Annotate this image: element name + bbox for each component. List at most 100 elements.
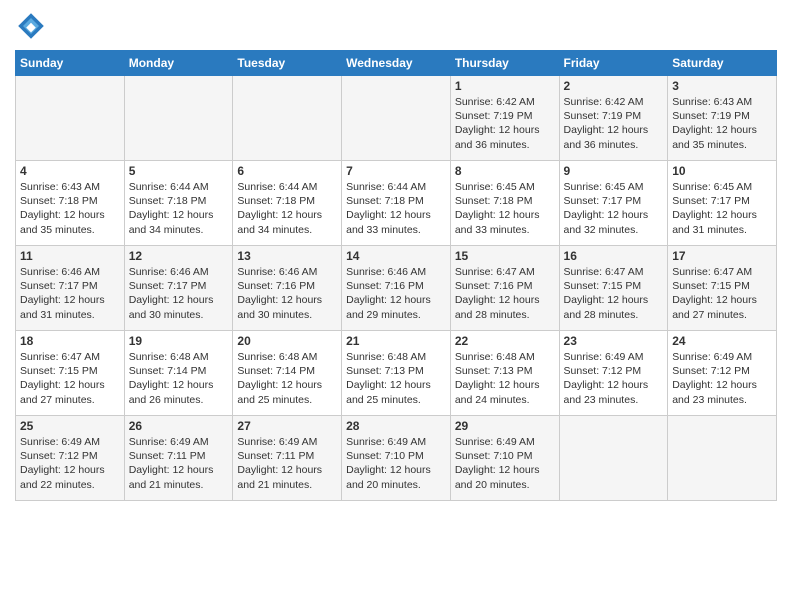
header-day-thursday: Thursday [450, 51, 559, 76]
day-info: Sunrise: 6:49 AMSunset: 7:10 PMDaylight:… [346, 435, 446, 492]
header-day-wednesday: Wednesday [342, 51, 451, 76]
day-info: Sunrise: 6:46 AMSunset: 7:17 PMDaylight:… [20, 265, 120, 322]
day-cell: 25Sunrise: 6:49 AMSunset: 7:12 PMDayligh… [16, 416, 125, 501]
day-info: Sunrise: 6:46 AMSunset: 7:16 PMDaylight:… [237, 265, 337, 322]
day-cell: 14 Sunrise: 6:46 AMSunset: 7:16 PMDayligh… [342, 246, 451, 331]
day-info: Sunrise: 6:48 AMSunset: 7:13 PMDaylight:… [346, 350, 446, 407]
day-info: Sunrise: 6:42 AMSunset: 7:19 PMDaylight:… [564, 95, 664, 152]
day-number: 11 [20, 249, 120, 263]
day-info: Sunrise: 6:44 AMSunset: 7:18 PMDaylight:… [129, 180, 229, 237]
day-cell: 16 Sunrise: 6:47 AMSunset: 7:15 PMDayligh… [559, 246, 668, 331]
day-info: Sunrise: 6:43 AMSunset: 7:18 PMDaylight:… [20, 180, 120, 237]
calendar-table: SundayMondayTuesdayWednesdayThursdayFrid… [15, 50, 777, 501]
day-cell: 18 Sunrise: 6:47 AMSunset: 7:15 PMDayligh… [16, 331, 125, 416]
header-day-friday: Friday [559, 51, 668, 76]
week-row-0: 1 Sunrise: 6:42 AMSunset: 7:19 PMDaylight… [16, 76, 777, 161]
day-cell: 5 Sunrise: 6:44 AMSunset: 7:18 PMDaylight… [124, 161, 233, 246]
day-info: Sunrise: 6:47 AMSunset: 7:16 PMDaylight:… [455, 265, 555, 322]
week-row-1: 4 Sunrise: 6:43 AMSunset: 7:18 PMDaylight… [16, 161, 777, 246]
day-cell: 21Sunrise: 6:48 AMSunset: 7:13 PMDayligh… [342, 331, 451, 416]
day-number: 19 [129, 334, 229, 348]
day-cell: 27Sunrise: 6:49 AMSunset: 7:11 PMDayligh… [233, 416, 342, 501]
day-info: Sunrise: 6:47 AMSunset: 7:15 PMDaylight:… [20, 350, 120, 407]
logo-icon [15, 10, 47, 42]
day-number: 2 [564, 79, 664, 93]
day-number: 24 [672, 334, 772, 348]
day-cell: 13 Sunrise: 6:46 AMSunset: 7:16 PMDayligh… [233, 246, 342, 331]
day-info: Sunrise: 6:44 AMSunset: 7:18 PMDaylight:… [346, 180, 446, 237]
day-cell [16, 76, 125, 161]
header-day-saturday: Saturday [668, 51, 777, 76]
day-cell [124, 76, 233, 161]
day-cell [342, 76, 451, 161]
day-info: Sunrise: 6:48 AMSunset: 7:14 PMDaylight:… [129, 350, 229, 407]
day-cell: 26 Sunrise: 6:49 AMSunset: 7:11 PMDayligh… [124, 416, 233, 501]
day-cell [559, 416, 668, 501]
day-number: 20 [237, 334, 337, 348]
day-number: 5 [129, 164, 229, 178]
day-info: Sunrise: 6:48 AMSunset: 7:13 PMDaylight:… [455, 350, 555, 407]
day-number: 1 [455, 79, 555, 93]
day-number: 18 [20, 334, 120, 348]
day-number: 16 [564, 249, 664, 263]
day-number: 8 [455, 164, 555, 178]
day-cell: 6 Sunrise: 6:44 AMSunset: 7:18 PMDaylight… [233, 161, 342, 246]
week-row-2: 11 Sunrise: 6:46 AMSunset: 7:17 PMDayligh… [16, 246, 777, 331]
day-cell: 23Sunrise: 6:49 AMSunset: 7:12 PMDayligh… [559, 331, 668, 416]
day-cell: 11 Sunrise: 6:46 AMSunset: 7:17 PMDayligh… [16, 246, 125, 331]
day-number: 4 [20, 164, 120, 178]
header-day-tuesday: Tuesday [233, 51, 342, 76]
week-row-4: 25Sunrise: 6:49 AMSunset: 7:12 PMDayligh… [16, 416, 777, 501]
day-cell: 10Sunrise: 6:45 AMSunset: 7:17 PMDayligh… [668, 161, 777, 246]
day-number: 14 [346, 249, 446, 263]
day-cell: 17 Sunrise: 6:47 AMSunset: 7:15 PMDayligh… [668, 246, 777, 331]
day-cell: 2 Sunrise: 6:42 AMSunset: 7:19 PMDaylight… [559, 76, 668, 161]
header-day-sunday: Sunday [16, 51, 125, 76]
day-cell: 9 Sunrise: 6:45 AMSunset: 7:17 PMDaylight… [559, 161, 668, 246]
day-info: Sunrise: 6:49 AMSunset: 7:11 PMDaylight:… [237, 435, 337, 492]
day-info: Sunrise: 6:45 AMSunset: 7:17 PMDaylight:… [672, 180, 772, 237]
day-number: 29 [455, 419, 555, 433]
day-number: 15 [455, 249, 555, 263]
day-cell: 22 Sunrise: 6:48 AMSunset: 7:13 PMDayligh… [450, 331, 559, 416]
header-row: SundayMondayTuesdayWednesdayThursdayFrid… [16, 51, 777, 76]
day-number: 25 [20, 419, 120, 433]
day-info: Sunrise: 6:44 AMSunset: 7:18 PMDaylight:… [237, 180, 337, 237]
day-number: 17 [672, 249, 772, 263]
day-info: Sunrise: 6:48 AMSunset: 7:14 PMDaylight:… [237, 350, 337, 407]
day-cell: 4 Sunrise: 6:43 AMSunset: 7:18 PMDaylight… [16, 161, 125, 246]
day-cell [233, 76, 342, 161]
day-number: 13 [237, 249, 337, 263]
day-number: 7 [346, 164, 446, 178]
day-cell: 29 Sunrise: 6:49 AMSunset: 7:10 PMDayligh… [450, 416, 559, 501]
week-row-3: 18 Sunrise: 6:47 AMSunset: 7:15 PMDayligh… [16, 331, 777, 416]
day-number: 12 [129, 249, 229, 263]
day-info: Sunrise: 6:49 AMSunset: 7:11 PMDaylight:… [129, 435, 229, 492]
day-info: Sunrise: 6:49 AMSunset: 7:10 PMDaylight:… [455, 435, 555, 492]
day-number: 9 [564, 164, 664, 178]
calendar-header: SundayMondayTuesdayWednesdayThursdayFrid… [16, 51, 777, 76]
day-number: 6 [237, 164, 337, 178]
day-info: Sunrise: 6:46 AMSunset: 7:16 PMDaylight:… [346, 265, 446, 322]
day-cell: 28 Sunrise: 6:49 AMSunset: 7:10 PMDayligh… [342, 416, 451, 501]
day-info: Sunrise: 6:45 AMSunset: 7:18 PMDaylight:… [455, 180, 555, 237]
day-info: Sunrise: 6:43 AMSunset: 7:19 PMDaylight:… [672, 95, 772, 152]
header [15, 10, 777, 42]
day-cell: 7 Sunrise: 6:44 AMSunset: 7:18 PMDaylight… [342, 161, 451, 246]
logo [15, 10, 51, 42]
day-number: 26 [129, 419, 229, 433]
day-info: Sunrise: 6:42 AMSunset: 7:19 PMDaylight:… [455, 95, 555, 152]
day-cell: 20 Sunrise: 6:48 AMSunset: 7:14 PMDayligh… [233, 331, 342, 416]
day-info: Sunrise: 6:47 AMSunset: 7:15 PMDaylight:… [672, 265, 772, 322]
day-info: Sunrise: 6:46 AMSunset: 7:17 PMDaylight:… [129, 265, 229, 322]
day-number: 22 [455, 334, 555, 348]
day-info: Sunrise: 6:47 AMSunset: 7:15 PMDaylight:… [564, 265, 664, 322]
day-cell [668, 416, 777, 501]
day-cell: 15 Sunrise: 6:47 AMSunset: 7:16 PMDayligh… [450, 246, 559, 331]
day-number: 23 [564, 334, 664, 348]
day-cell: 24Sunrise: 6:49 AMSunset: 7:12 PMDayligh… [668, 331, 777, 416]
day-info: Sunrise: 6:45 AMSunset: 7:17 PMDaylight:… [564, 180, 664, 237]
day-cell: 3Sunrise: 6:43 AMSunset: 7:19 PMDaylight… [668, 76, 777, 161]
day-number: 28 [346, 419, 446, 433]
calendar-body: 1 Sunrise: 6:42 AMSunset: 7:19 PMDaylight… [16, 76, 777, 501]
